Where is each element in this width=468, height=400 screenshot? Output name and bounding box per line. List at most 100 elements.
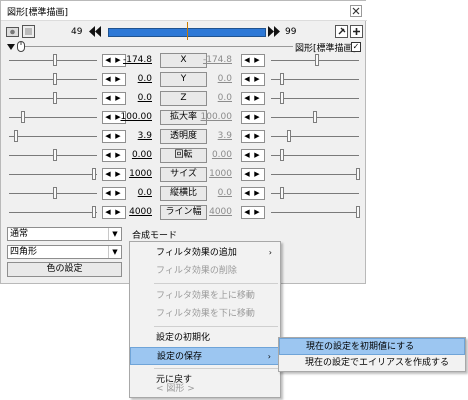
step-left-icon[interactable]: ◀ — [242, 131, 252, 142]
left-value[interactable]: 4000 — [114, 207, 152, 217]
step-right-icon[interactable]: ▶ — [252, 188, 262, 199]
step-right-icon[interactable]: ▶ — [252, 131, 262, 142]
right-value[interactable]: 1000 — [196, 169, 232, 179]
dropdown-arrow-icon[interactable]: ▼ — [108, 246, 121, 258]
slider-thumb[interactable] — [280, 149, 284, 161]
left-slider[interactable] — [9, 205, 97, 219]
left-slider[interactable] — [9, 72, 97, 86]
camera-icon[interactable] — [6, 25, 19, 38]
right-slider[interactable] — [271, 205, 360, 219]
slider-thumb[interactable] — [53, 92, 57, 104]
slider-thumb[interactable] — [53, 149, 57, 161]
left-slider[interactable] — [9, 167, 97, 181]
step-left-icon[interactable]: ◀ — [103, 131, 113, 142]
slider-thumb[interactable] — [14, 130, 18, 142]
left-value[interactable]: 1000 — [114, 169, 152, 179]
right-slider[interactable] — [271, 72, 359, 86]
right-step-buttons[interactable]: ◀ ▶ — [241, 206, 265, 219]
right-slider[interactable] — [271, 167, 360, 181]
step-left-icon[interactable]: ◀ — [103, 112, 113, 123]
slider-thumb[interactable] — [280, 73, 284, 85]
menu-item-move-filter-down[interactable]: フィルタ効果を下に移動 — [130, 305, 280, 323]
step-left-icon[interactable]: ◀ — [103, 55, 113, 66]
step-right-icon[interactable]: ▶ — [252, 207, 262, 218]
step-left-icon[interactable]: ◀ — [242, 112, 252, 123]
left-value[interactable]: 100.00 — [114, 112, 153, 122]
step-left-icon[interactable]: ◀ — [103, 188, 113, 199]
slider-thumb[interactable] — [21, 111, 25, 123]
left-value[interactable]: 0.0 — [114, 93, 152, 103]
prev-key-icon[interactable] — [88, 25, 102, 41]
right-value[interactable]: 0.0 — [196, 188, 232, 198]
right-step-buttons[interactable]: ◀ ▶ — [241, 54, 265, 67]
right-step-buttons[interactable]: ◀ ▶ — [241, 111, 265, 124]
slider-thumb[interactable] — [92, 168, 96, 180]
right-step-buttons[interactable]: ◀ ▶ — [241, 187, 265, 200]
dropdown-arrow-icon[interactable]: ▼ — [108, 228, 121, 240]
add-icon[interactable] — [350, 25, 363, 38]
left-slider[interactable] — [9, 186, 97, 200]
timeline-cursor[interactable] — [187, 22, 188, 40]
step-left-icon[interactable]: ◀ — [242, 74, 252, 85]
shape-select[interactable]: 四角形 ▼ — [7, 245, 122, 259]
right-value[interactable]: 0.00 — [196, 150, 232, 160]
right-value[interactable]: 0.0 — [196, 93, 232, 103]
submenu-item-set-default[interactable]: 現在の設定を初期値にする — [279, 338, 465, 355]
left-value[interactable]: 3.9 — [114, 131, 152, 141]
object-enable-checkbox[interactable]: ✓ — [351, 42, 361, 52]
submenu-item-create-alias[interactable]: 現在の設定でエイリアスを作成する — [279, 355, 465, 372]
left-value[interactable]: 0.0 — [114, 74, 152, 84]
right-slider[interactable] — [271, 91, 359, 105]
left-slider[interactable] — [9, 148, 97, 162]
slider-thumb[interactable] — [313, 111, 317, 123]
slider-thumb[interactable] — [356, 206, 360, 218]
right-slider[interactable] — [271, 110, 359, 124]
pin-icon[interactable] — [335, 25, 348, 38]
slider-thumb[interactable] — [280, 92, 284, 104]
right-slider[interactable] — [271, 186, 359, 200]
right-value[interactable]: 3.9 — [196, 131, 232, 141]
right-step-buttons[interactable]: ◀ ▶ — [241, 168, 265, 181]
step-right-icon[interactable]: ▶ — [252, 74, 262, 85]
step-left-icon[interactable]: ◀ — [242, 93, 252, 104]
step-left-icon[interactable]: ◀ — [242, 207, 252, 218]
step-right-icon[interactable]: ▶ — [252, 150, 262, 161]
right-step-buttons[interactable]: ◀ ▶ — [241, 130, 265, 143]
left-slider[interactable] — [9, 53, 97, 67]
close-icon[interactable] — [349, 4, 363, 18]
step-left-icon[interactable]: ◀ — [242, 188, 252, 199]
right-value[interactable]: 0.0 — [196, 74, 232, 84]
slider-thumb[interactable] — [356, 168, 360, 180]
menu-item-move-filter-up[interactable]: フィルタ効果を上に移動 — [130, 287, 280, 305]
left-value[interactable]: -174.8 — [114, 55, 152, 65]
step-left-icon[interactable]: ◀ — [242, 150, 252, 161]
right-step-buttons[interactable]: ◀ ▶ — [241, 92, 265, 105]
right-value[interactable]: 4000 — [196, 207, 232, 217]
grid-icon[interactable] — [22, 25, 35, 38]
step-left-icon[interactable]: ◀ — [103, 207, 113, 218]
left-slider[interactable] — [9, 110, 97, 124]
slider-thumb[interactable] — [92, 206, 96, 218]
left-slider[interactable] — [9, 91, 97, 105]
slider-thumb[interactable] — [53, 73, 57, 85]
left-slider[interactable] — [9, 129, 97, 143]
slider-thumb[interactable] — [287, 130, 291, 142]
step-left-icon[interactable]: ◀ — [103, 150, 113, 161]
menu-item-save-settings[interactable]: 設定の保存 › — [130, 347, 280, 365]
right-value[interactable]: -174.8 — [196, 55, 232, 65]
color-settings-button[interactable]: 色の設定 — [7, 262, 122, 277]
step-right-icon[interactable]: ▶ — [252, 169, 262, 180]
step-left-icon[interactable]: ◀ — [242, 55, 252, 66]
right-value[interactable]: 100.00 — [196, 112, 233, 122]
right-slider[interactable] — [271, 148, 359, 162]
right-slider[interactable] — [271, 53, 359, 67]
step-left-icon[interactable]: ◀ — [103, 93, 113, 104]
step-left-icon[interactable]: ◀ — [242, 169, 252, 180]
step-right-icon[interactable]: ▶ — [252, 55, 262, 66]
step-left-icon[interactable]: ◀ — [103, 169, 113, 180]
blend-mode-select[interactable]: 通常 ▼ — [7, 227, 122, 241]
next-key-icon[interactable] — [267, 25, 281, 41]
step-left-icon[interactable]: ◀ — [103, 74, 113, 85]
left-value[interactable]: 0.00 — [114, 150, 152, 160]
right-slider[interactable] — [271, 129, 359, 143]
